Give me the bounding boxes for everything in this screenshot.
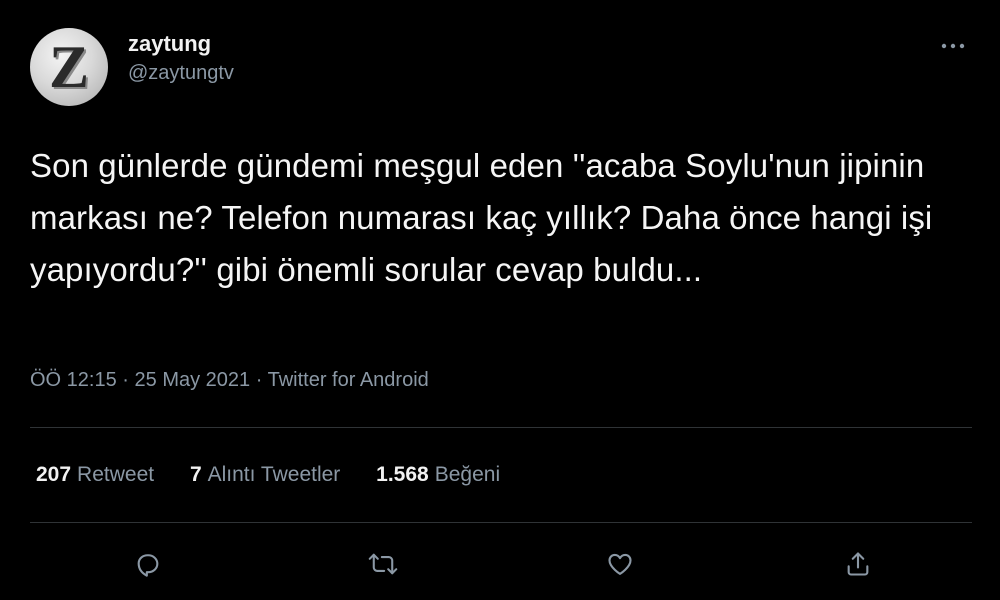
author-names: zaytung @zaytungtv [128, 30, 234, 88]
more-horizontal-icon [941, 43, 965, 49]
retweet-count-link[interactable]: 207 Retweet [36, 460, 154, 490]
tweet-time[interactable]: ÖÖ 12:15 [30, 369, 117, 391]
share-icon [847, 552, 869, 576]
more-options-button[interactable] [936, 34, 970, 58]
meta-separator: · [122, 369, 129, 391]
tweet-stats: 207 Retweet 7 Alıntı Tweetler 1.568 Beğeni [36, 460, 530, 490]
quote-label: Alıntı Tweetler [207, 463, 341, 486]
avatar[interactable]: Z [30, 28, 108, 106]
tweet-meta: ÖÖ 12:15 · 25 May 2021 · Twitter for And… [30, 366, 429, 394]
retweet-button[interactable] [365, 546, 401, 582]
tweet-card: Z zaytung @zaytungtv Son günlerde gündem… [0, 0, 1000, 600]
share-button[interactable] [840, 546, 876, 582]
meta-separator: · [255, 369, 263, 391]
divider [30, 427, 972, 428]
avatar-logo: Z [48, 34, 90, 100]
like-button[interactable] [602, 546, 638, 582]
tweet-text: Son günlerde gündemi meşgul eden ''acaba… [30, 147, 933, 288]
like-count: 1.568 [376, 463, 429, 486]
tweet-header: Z zaytung @zaytungtv [30, 28, 970, 108]
reply-button[interactable] [130, 546, 166, 582]
reply-icon [137, 554, 159, 577]
quote-count: 7 [189, 463, 202, 486]
like-icon [608, 553, 632, 575]
retweet-label: Retweet [77, 463, 155, 486]
tweet-actions [30, 540, 972, 590]
retweet-icon [368, 553, 398, 575]
retweet-count: 207 [36, 463, 72, 486]
like-count-link[interactable]: 1.568 Beğeni [376, 460, 500, 490]
like-label: Beğeni [434, 463, 501, 486]
author-handle[interactable]: @zaytungtv [128, 58, 234, 88]
author-display-name[interactable]: zaytung [128, 30, 234, 58]
tweet-source[interactable]: Twitter for Android [268, 369, 429, 391]
quote-count-link[interactable]: 7 Alıntı Tweetler [190, 460, 340, 490]
tweet-date[interactable]: 25 May 2021 [135, 369, 251, 391]
divider [30, 522, 972, 523]
